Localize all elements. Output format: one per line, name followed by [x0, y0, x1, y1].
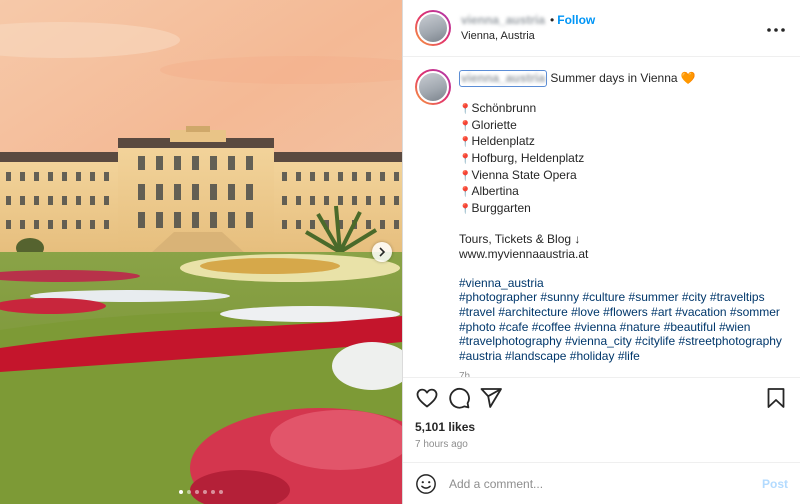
hashtag-link[interactable]: #citylife	[635, 334, 675, 348]
hashtag-link[interactable]: #vienna	[574, 320, 616, 334]
place-name: Hofburg, Heldenplatz	[471, 150, 585, 165]
hashtag-link[interactable]: #summer	[629, 290, 679, 304]
place-item: 📍Albertina	[459, 184, 782, 201]
website-text: www.myviennaaustria.at	[459, 246, 589, 261]
place-name: Burggarten	[471, 200, 531, 215]
caption-time: 7h	[459, 371, 471, 377]
hashtag-link[interactable]: #nature	[620, 320, 661, 334]
pin-icon: 📍	[459, 153, 472, 165]
hashtag-link[interactable]: #traveltips	[710, 290, 765, 304]
hashtag-link[interactable]: #landscape	[505, 349, 566, 363]
carousel-dot	[195, 490, 199, 494]
hashtag-line: #photo #cafe #coffee #vienna #nature #be…	[459, 320, 782, 335]
author-username[interactable]: vienna_austria	[461, 13, 545, 27]
carousel-dot	[187, 490, 191, 494]
tours-line: Tours, Tickets & Blog ↓	[459, 231, 581, 246]
comment-input[interactable]	[447, 475, 762, 492]
hashtag-link[interactable]: #photographer	[459, 290, 537, 304]
pin-icon: 📍	[459, 120, 472, 132]
place-item: 📍Schönbrunn	[459, 101, 782, 118]
hashtag-link[interactable]: #city	[682, 290, 707, 304]
carousel-dot	[219, 490, 223, 494]
instagram-post: vienna_austria • Follow Vienna, Austria vi…	[0, 0, 800, 504]
hashtag-link[interactable]: #austria	[459, 349, 502, 363]
schonbrunn-palace-photo	[0, 0, 402, 504]
share-icon[interactable]	[479, 386, 503, 410]
pin-icon: 📍	[459, 137, 472, 149]
post-comment-button[interactable]: Post	[762, 477, 788, 491]
hashtag-link[interactable]: #vienna_austria	[459, 276, 544, 290]
hashtag-link[interactable]: #wien	[719, 320, 750, 334]
post-header: vienna_austria • Follow Vienna, Austria	[403, 0, 800, 57]
hashtag-link[interactable]: #cafe	[499, 320, 528, 334]
hashtag-link[interactable]: #vienna_city	[565, 334, 632, 348]
caption-username[interactable]: vienna_austria	[459, 70, 548, 87]
hashtag-link[interactable]: #holiday	[570, 349, 615, 363]
likes-count[interactable]: 5,101 likes	[403, 418, 800, 434]
pin-icon: 📍	[459, 104, 472, 116]
follow-button[interactable]: Follow	[557, 13, 595, 27]
more-horizontal-icon	[767, 28, 785, 32]
caption-text: Summer days in Vienna 🧡	[550, 71, 696, 85]
place-name: Vienna State Opera	[471, 167, 577, 182]
separator-dot: •	[550, 13, 555, 27]
place-name: Albertina	[471, 184, 519, 199]
hashtag-line: #austria #landscape #holiday #life	[459, 349, 782, 364]
bookmark-icon[interactable]	[764, 386, 788, 410]
carousel-dot	[179, 490, 183, 494]
pin-icon: 📍	[459, 170, 472, 182]
hashtag-link[interactable]: #travelphotography	[459, 334, 562, 348]
comment-icon[interactable]	[447, 386, 471, 410]
hashtag-line: #travelphotography #vienna_city #citylif…	[459, 334, 782, 349]
place-item: 📍Vienna State Opera	[459, 168, 782, 185]
pin-icon: 📍	[459, 203, 472, 215]
hashtag-link[interactable]: #art	[651, 305, 672, 319]
hashtag-link[interactable]: #beautiful	[664, 320, 716, 334]
caption-body: vienna_austria Summer days in Vienna 🧡 📍…	[459, 69, 782, 377]
hashtag-link[interactable]: #vacation	[675, 305, 726, 319]
hashtag-link[interactable]: #flowers	[603, 305, 648, 319]
hashtag-link[interactable]: #architecture	[498, 305, 567, 319]
action-bar	[403, 377, 800, 418]
hashtag-line: #vienna_austria	[459, 276, 782, 291]
posted-time: 7 hours ago	[415, 439, 468, 450]
heart-icon[interactable]	[415, 386, 439, 410]
place-name: Schönbrunn	[471, 101, 537, 116]
comment-box: Post	[403, 462, 800, 504]
place-item: 📍Hofburg, Heldenplatz	[459, 151, 782, 168]
place-name: Heldenplatz	[471, 134, 535, 149]
carousel-next-button[interactable]	[372, 242, 392, 262]
hashtag-line: #photographer #sunny #culture #summer #c…	[459, 290, 782, 305]
carousel-dot	[203, 490, 207, 494]
caption-area: vienna_austria Summer days in Vienna 🧡 📍…	[403, 57, 800, 377]
hashtag-link[interactable]: #sunny	[540, 290, 579, 304]
caption-author-avatar[interactable]	[415, 69, 451, 105]
place-item: 📍Heldenplatz	[459, 134, 782, 151]
places-list: 📍Schönbrunn 📍Gloriette 📍Heldenplatz 📍Hofbur…	[459, 101, 782, 217]
hashtag-line: #travel #architecture #love #flowers #ar…	[459, 305, 782, 320]
author-avatar[interactable]	[415, 10, 451, 46]
place-name: Gloriette	[471, 117, 517, 132]
pin-icon: 📍	[459, 187, 472, 199]
post-location[interactable]: Vienna, Austria	[461, 29, 764, 44]
hashtag-link[interactable]: #sommer	[730, 305, 780, 319]
hashtag-link[interactable]: #travel	[459, 305, 495, 319]
hashtag-link[interactable]: #culture	[582, 290, 625, 304]
post-details-panel: vienna_austria • Follow Vienna, Austria vi…	[402, 0, 800, 504]
carousel-dot	[211, 490, 215, 494]
hashtag-link[interactable]: #coffee	[532, 320, 571, 334]
carousel-indicator	[0, 490, 402, 494]
hashtag-link[interactable]: #love	[571, 305, 600, 319]
hashtags: #vienna_austria #photographer #sunny #cul…	[459, 276, 782, 364]
more-options-button[interactable]	[764, 19, 788, 37]
place-item: 📍Gloriette	[459, 118, 782, 135]
post-photo[interactable]	[0, 0, 402, 504]
hashtag-link[interactable]: #life	[618, 349, 640, 363]
hashtag-link[interactable]: #photo	[459, 320, 496, 334]
hashtag-link[interactable]: #streetphotography	[679, 334, 782, 348]
chevron-right-icon	[379, 247, 386, 257]
place-item: 📍Burggarten	[459, 201, 782, 218]
emoji-icon[interactable]	[415, 473, 437, 495]
